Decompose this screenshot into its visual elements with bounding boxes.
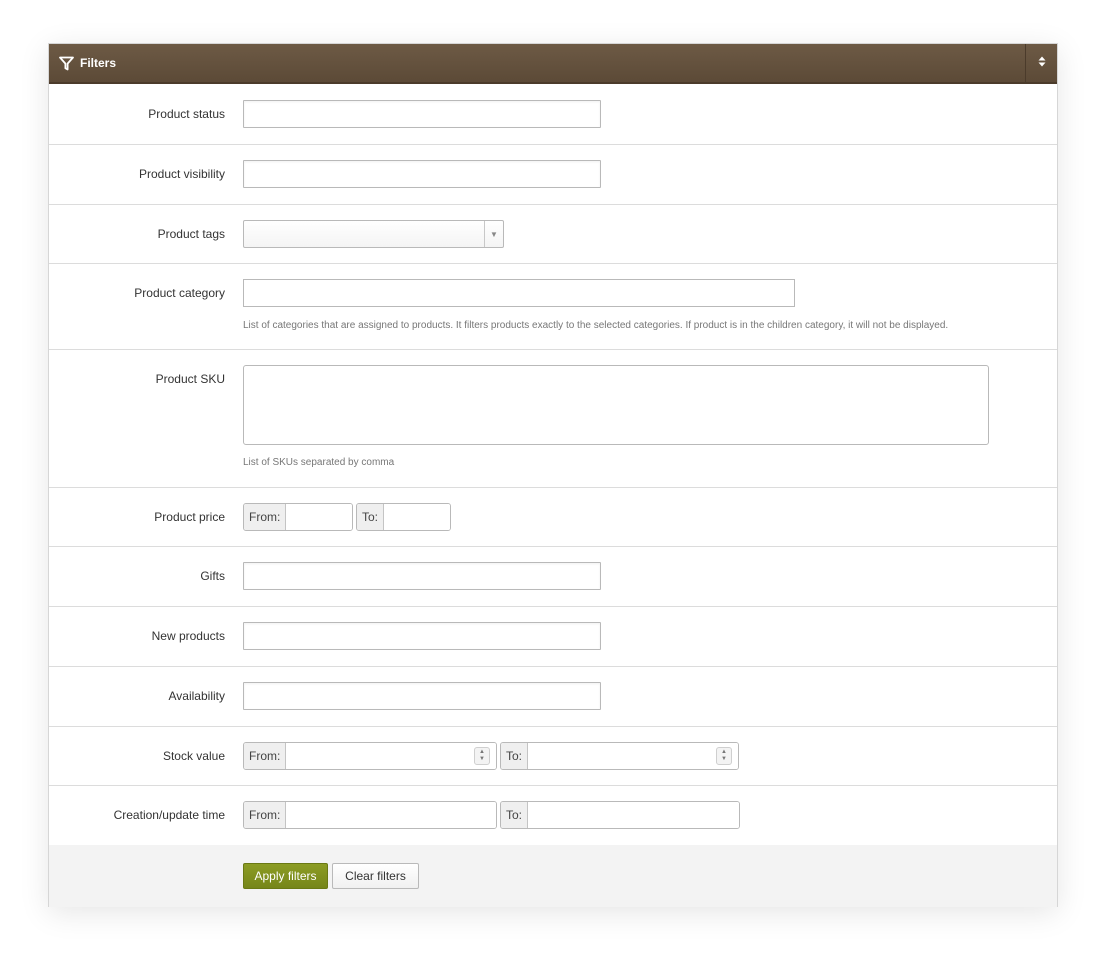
new-products-label: New products — [151, 629, 225, 643]
product-tags-select[interactable]: ▼ — [243, 220, 504, 248]
gifts-input[interactable] — [243, 562, 601, 590]
filter-row-product-price: Product price From: To: — [49, 488, 1057, 547]
product-price-range: From: To: — [243, 503, 451, 531]
time-from-input[interactable] — [286, 802, 496, 828]
number-spinner-icon[interactable]: ▲ ▼ — [716, 747, 732, 765]
price-to-group: To: — [356, 503, 451, 531]
stock-to-addon: To: — [501, 743, 529, 769]
product-category-label: Product category — [134, 286, 225, 300]
filter-row-product-visibility: Product visibility — [49, 145, 1057, 205]
creation-time-range: From: To: — [243, 801, 740, 829]
price-from-input[interactable] — [286, 504, 352, 530]
product-sku-textarea[interactable] — [243, 365, 989, 445]
creation-time-label: Creation/update time — [113, 808, 225, 822]
stock-from-group: From: ▲ ▼ — [243, 742, 497, 770]
price-from-addon: From: — [244, 504, 287, 530]
filter-row-new-products: New products — [49, 607, 1057, 667]
filter-row-creation-time: Creation/update time From: To: — [49, 786, 1057, 845]
product-visibility-label: Product visibility — [138, 167, 225, 181]
time-to-addon: To: — [501, 802, 529, 828]
time-to-group: To: — [500, 801, 740, 829]
product-category-help: List of categories that are assigned to … — [243, 320, 949, 331]
new-products-input[interactable] — [243, 622, 601, 650]
product-status-input[interactable] — [243, 100, 601, 128]
apply-filters-button[interactable]: Apply filters — [243, 863, 328, 889]
product-category-input[interactable] — [243, 279, 795, 307]
stock-value-range: From: ▲ ▼ To: ▲ ▼ — [243, 742, 739, 770]
filter-row-product-tags: Product tags ▼ — [49, 205, 1057, 264]
panel-title-group: Filters — [59, 44, 116, 82]
number-spinner-icon[interactable]: ▲ ▼ — [474, 747, 490, 765]
product-price-label: Product price — [154, 510, 225, 524]
filter-row-product-sku: Product SKU List of SKUs separated by co… — [49, 350, 1057, 488]
gifts-label: Gifts — [200, 569, 225, 583]
availability-input[interactable] — [243, 682, 601, 710]
filter-row-product-status: Product status — [49, 84, 1057, 145]
filter-row-availability: Availability — [49, 667, 1057, 727]
product-sku-label: Product SKU — [155, 372, 225, 386]
filters-panel: Filters Product status Product visibilit… — [48, 43, 1058, 907]
chevron-down-icon: ▼ — [484, 221, 503, 247]
stock-from-input[interactable]: ▲ ▼ — [286, 743, 496, 769]
product-status-label: Product status — [148, 107, 225, 121]
time-from-group: From: — [243, 801, 497, 829]
sort-toggle-icon — [1038, 56, 1046, 70]
price-to-input[interactable] — [384, 504, 450, 530]
filter-actions: Apply filters Clear filters — [49, 845, 1057, 907]
panel-title: Filters — [80, 56, 117, 70]
panel-toggle-button[interactable] — [1025, 44, 1057, 82]
product-sku-help: List of SKUs separated by comma — [243, 457, 395, 468]
filter-row-product-category: Product category List of categories that… — [49, 264, 1057, 350]
availability-label: Availability — [168, 689, 225, 703]
product-visibility-input[interactable] — [243, 160, 601, 188]
clear-filters-button[interactable]: Clear filters — [332, 863, 419, 889]
filter-row-stock-value: Stock value From: ▲ ▼ To: ▲ ▼ — [49, 727, 1057, 786]
stock-to-group: To: ▲ ▼ — [500, 742, 739, 770]
filter-row-gifts: Gifts — [49, 547, 1057, 607]
price-from-group: From: — [243, 503, 353, 531]
product-tags-label: Product tags — [157, 227, 225, 241]
time-from-addon: From: — [244, 802, 287, 828]
time-to-input[interactable] — [528, 802, 739, 828]
filter-icon — [59, 56, 74, 71]
stock-value-label: Stock value — [162, 749, 225, 763]
stock-from-addon: From: — [244, 743, 287, 769]
price-to-addon: To: — [357, 504, 385, 530]
filters-panel-header[interactable]: Filters — [49, 44, 1057, 84]
stock-to-input[interactable]: ▲ ▼ — [528, 743, 738, 769]
